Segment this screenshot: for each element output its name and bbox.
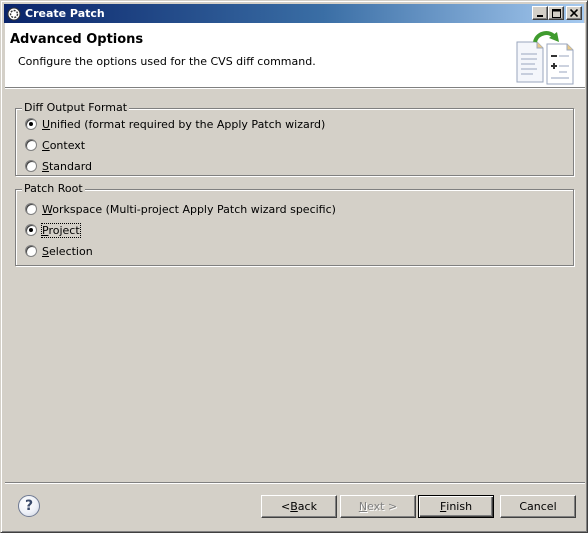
- radio-standard-label: Standard: [42, 159, 93, 173]
- help-icon: ?: [24, 498, 34, 514]
- finish-button[interactable]: Finish: [418, 495, 494, 518]
- radio-project-button[interactable]: [25, 224, 37, 236]
- radio-standard[interactable]: Standard: [25, 158, 92, 174]
- radio-workspace[interactable]: Workspace (Multi-project Apply Patch wiz…: [25, 201, 336, 217]
- maximize-button[interactable]: [548, 6, 564, 20]
- radio-project[interactable]: Project: [25, 222, 81, 238]
- radio-context-label: Context: [42, 138, 86, 152]
- page-title: Advanced Options: [10, 32, 144, 47]
- radio-workspace-label: Workspace (Multi-project Apply Patch wiz…: [42, 202, 336, 216]
- create-patch-dialog: Create Patch Advanced Options Configure …: [0, 0, 588, 533]
- maximize-icon: [551, 8, 561, 18]
- header-separator-highlight: [5, 88, 585, 89]
- radio-selection[interactable]: Selection: [25, 243, 93, 259]
- patch-wizard-icon: [513, 26, 577, 86]
- footer-separator-highlight: [5, 483, 585, 484]
- eclipse-icon: [6, 6, 22, 22]
- patch-root-group: Patch Root Workspace (Multi-project Appl…: [15, 182, 574, 266]
- radio-context-button[interactable]: [25, 139, 37, 151]
- radio-workspace-button[interactable]: [25, 203, 37, 215]
- wizard-header: Advanced Options Configure the options u…: [5, 23, 585, 87]
- close-button[interactable]: [566, 6, 582, 20]
- window-title: Create Patch: [25, 7, 105, 20]
- minimize-button[interactable]: [532, 6, 548, 20]
- close-icon: [570, 9, 578, 17]
- radio-selection-button[interactable]: [25, 245, 37, 257]
- radio-unified-button[interactable]: [25, 118, 37, 130]
- radio-unified-label: Unified (format required by the Apply Pa…: [42, 117, 326, 131]
- radio-project-label: Project: [41, 222, 81, 238]
- title-bar[interactable]: Create Patch: [4, 4, 584, 23]
- page-description: Configure the options used for the CVS d…: [18, 55, 316, 68]
- diff-output-format-legend: Diff Output Format: [22, 101, 130, 115]
- help-button[interactable]: ?: [18, 495, 40, 517]
- radio-unified[interactable]: Unified (format required by the Apply Pa…: [25, 116, 325, 132]
- next-button[interactable]: Next >: [340, 495, 416, 518]
- minimize-icon: [537, 15, 543, 17]
- radio-standard-button[interactable]: [25, 160, 37, 172]
- diff-output-format-group: Diff Output Format Unified (format requi…: [15, 101, 574, 176]
- back-button[interactable]: < Back: [261, 495, 337, 518]
- radio-selection-label: Selection: [42, 244, 93, 258]
- cancel-button[interactable]: Cancel: [500, 495, 576, 518]
- patch-root-legend: Patch Root: [22, 182, 85, 196]
- radio-context[interactable]: Context: [25, 137, 85, 153]
